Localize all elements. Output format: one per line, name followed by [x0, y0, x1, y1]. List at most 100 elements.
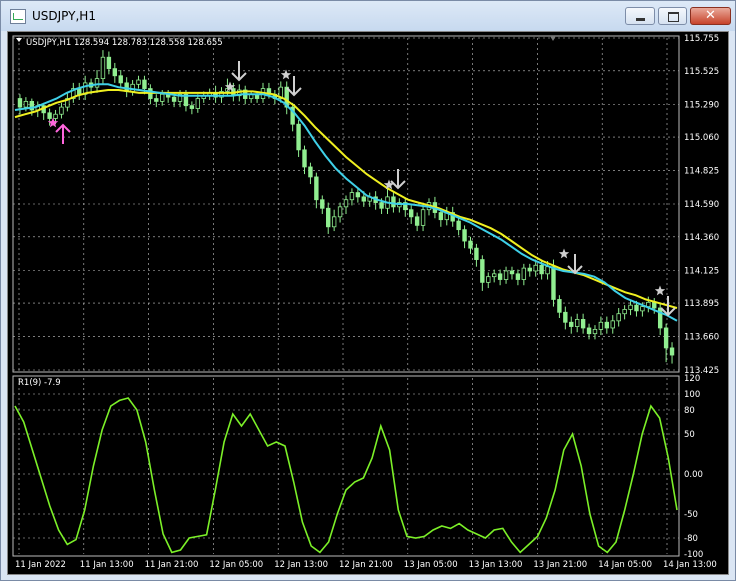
- time-tick-label: 11 Jan 2022: [15, 560, 66, 570]
- candle-body: [480, 259, 485, 283]
- osc-tick-label: 100: [684, 390, 700, 400]
- osc-tick-label: 80: [684, 406, 695, 416]
- candle-body: [604, 321, 610, 329]
- shift-marker-icon: [550, 36, 556, 41]
- time-tick-label: 13 Jan 21:00: [533, 560, 587, 570]
- candle-body: [142, 79, 147, 89]
- candle-body: [509, 270, 515, 275]
- candle-body: [391, 196, 396, 208]
- sell-arrow-icon: [390, 169, 406, 190]
- title-bar[interactable]: USDJPY,H1 ✕: [1, 1, 735, 31]
- time-tick-label: 12 Jan 05:00: [209, 560, 263, 570]
- price-tick-label: 114.590: [684, 200, 719, 210]
- candle-body: [592, 328, 598, 335]
- candle-body: [160, 93, 165, 102]
- maximize-icon: [668, 12, 679, 22]
- time-tick-label: 14 Jan 13:00: [663, 560, 717, 570]
- candle-body: [171, 96, 177, 102]
- close-button[interactable]: ✕: [690, 7, 731, 25]
- time-tick-label: 11 Jan 21:00: [145, 560, 199, 570]
- candle-body: [545, 266, 550, 275]
- candle-body: [539, 264, 544, 275]
- candle-body: [59, 106, 64, 115]
- price-tick-label: 114.360: [684, 233, 719, 243]
- window-title: USDJPY,H1: [32, 9, 96, 23]
- time-tick-label: 12 Jan 13:00: [274, 560, 328, 570]
- candle-body: [112, 68, 118, 77]
- candle-body: [414, 216, 420, 226]
- candle-body: [331, 216, 337, 228]
- buy-arrow-icon: [55, 123, 71, 144]
- price-tick-label: 114.125: [684, 266, 719, 276]
- candle-body: [497, 273, 503, 280]
- price-tick-label: 115.525: [684, 67, 719, 77]
- candle-body: [296, 123, 301, 151]
- chart-header-text: USDJPY,H1 128.594 128.783 128.558 128.65…: [26, 38, 223, 48]
- candle-body: [23, 101, 29, 108]
- candle-body: [628, 304, 633, 310]
- osc-tick-label: 0.00: [684, 470, 703, 480]
- candle-body: [468, 240, 473, 249]
- close-icon: ✕: [705, 8, 716, 23]
- price-chart-svg[interactable]: 11 Jan 2022 11 Jan 13:00 11 Jan 21:00 12 Ja…: [8, 32, 728, 574]
- signal-star-icon: [654, 285, 666, 296]
- candle-body: [343, 199, 349, 208]
- candle-body: [379, 202, 384, 209]
- oscillator-line: [14, 397, 678, 554]
- price-tick-label: 115.755: [684, 34, 719, 44]
- candle-body: [337, 206, 343, 218]
- chart-window: USDJPY,H1 ✕ 11 Jan 2022 11 Jan 13:00 11 Ja…: [0, 0, 736, 581]
- candle-body: [118, 75, 123, 84]
- minimize-button[interactable]: [625, 7, 655, 25]
- sell-arrow-icon: [660, 296, 676, 317]
- indicator-panel-border: [12, 375, 680, 557]
- price-tick-label: 113.660: [684, 333, 719, 343]
- osc-tick-label: 50: [684, 430, 695, 440]
- time-tick-label: 11 Jan 13:00: [80, 560, 134, 570]
- candle-body: [189, 105, 195, 109]
- candle-body: [491, 273, 497, 278]
- candle-body: [462, 229, 467, 242]
- candle-body: [474, 247, 479, 260]
- candle-body: [420, 209, 426, 226]
- candle-body: [47, 112, 52, 119]
- candle-body: [569, 321, 574, 327]
- chart-area[interactable]: 11 Jan 2022 11 Jan 13:00 11 Jan 21:00 12 Ja…: [7, 31, 729, 575]
- candle-body: [320, 199, 325, 209]
- signal-star-icon: [558, 248, 570, 259]
- candle-body: [580, 319, 586, 329]
- candle-body: [652, 301, 657, 309]
- time-tick-label: 13 Jan 13:00: [469, 560, 523, 570]
- osc-tick-label: -100: [684, 550, 703, 560]
- time-tick-label: 14 Jan 05:00: [598, 560, 652, 570]
- indicator-label: R1(9) -7.9: [18, 378, 61, 388]
- candle-body: [77, 88, 82, 95]
- collapse-triangle-icon: [16, 38, 22, 42]
- candle-body: [195, 98, 201, 109]
- candle-body: [409, 209, 414, 218]
- price-tick-label: 114.825: [684, 167, 719, 177]
- candle-body: [349, 192, 355, 201]
- candle-body: [646, 301, 651, 307]
- candle-body: [94, 78, 100, 88]
- candle-body: [574, 319, 580, 327]
- minimize-icon: [636, 18, 645, 21]
- osc-tick-label: 120: [684, 374, 700, 384]
- candle-body: [456, 220, 461, 231]
- chart-app-icon: [10, 9, 26, 24]
- candle-body: [634, 304, 639, 312]
- maximize-button[interactable]: [658, 7, 687, 25]
- candle-body: [610, 320, 615, 329]
- candle-body: [100, 56, 106, 80]
- candle-body: [616, 313, 621, 322]
- time-tick-label: 12 Jan 21:00: [339, 560, 393, 570]
- candle-body: [106, 56, 112, 70]
- price-tick-label: 115.060: [684, 133, 719, 143]
- candle-body: [503, 270, 509, 280]
- candle-body: [669, 347, 675, 356]
- candle-body: [622, 309, 627, 315]
- candle-body: [486, 276, 491, 283]
- candle-body: [355, 192, 361, 198]
- candle-body: [663, 327, 669, 349]
- osc-tick-label: -50: [684, 510, 698, 520]
